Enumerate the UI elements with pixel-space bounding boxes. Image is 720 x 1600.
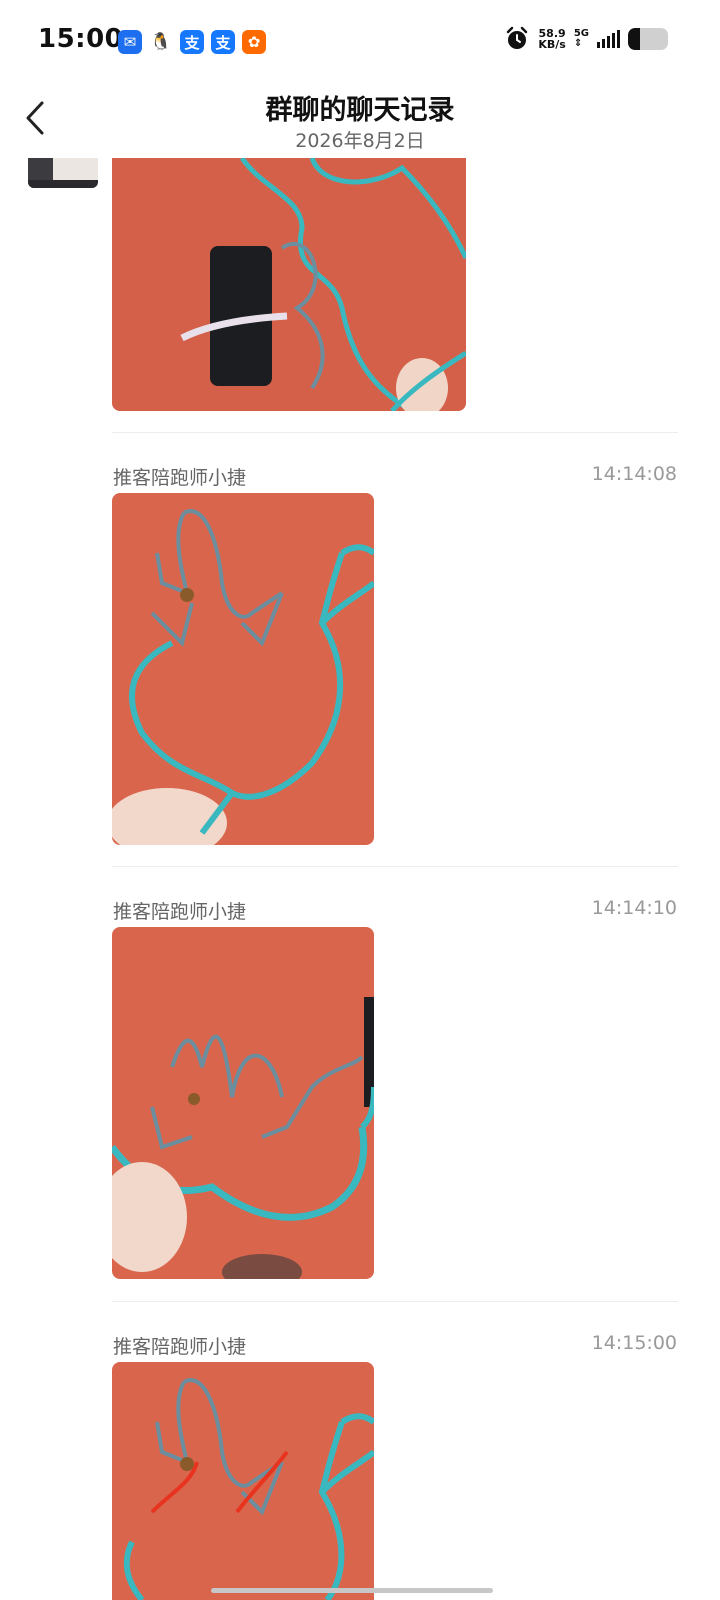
message-time: 14:14:08 xyxy=(591,463,677,485)
alipay-app-icon: 支 xyxy=(211,30,235,54)
message-divider xyxy=(112,432,678,433)
network-speed: 58.9 KB/s xyxy=(538,28,565,50)
alarm-icon xyxy=(507,26,528,49)
network-indicator: 5G ⇕ xyxy=(574,29,589,49)
home-indicator[interactable] xyxy=(211,1588,493,1593)
message-sender: 推客陪跑师小捷 xyxy=(113,467,247,489)
photo-message[interactable] xyxy=(112,1362,374,1600)
message-sender: 推客陪跑师小捷 xyxy=(113,901,247,923)
notification-icons: ✉ 🐧 支 支 ✿ xyxy=(118,30,266,54)
photo-message[interactable] xyxy=(112,158,466,411)
photo-message[interactable] xyxy=(112,927,374,1279)
signal-icon xyxy=(597,30,620,48)
alipay-app-icon: 支 xyxy=(180,30,204,54)
status-bar: 15:00 ✉ 🐧 支 支 ✿ 58.9 KB/s 5G ⇕ xyxy=(0,0,720,84)
message-divider xyxy=(112,866,678,867)
page-date: 2026年8月2日 xyxy=(295,130,425,152)
message-app-icon: ✉ xyxy=(118,30,142,54)
message-time: 14:14:10 xyxy=(591,897,677,919)
avatar[interactable] xyxy=(28,158,98,188)
battery-icon xyxy=(628,28,668,50)
photo-message[interactable] xyxy=(112,493,374,845)
taobao-app-icon: ✿ xyxy=(242,30,266,54)
speed-unit: KB/s xyxy=(538,38,566,51)
page-title: 群聊的聊天记录 xyxy=(265,95,455,126)
data-arrows-icon: ⇕ xyxy=(573,38,583,49)
status-time: 15:00 xyxy=(38,24,124,54)
message-time: 14:15:00 xyxy=(591,1332,677,1354)
message-divider xyxy=(112,1301,678,1302)
message-sender: 推客陪跑师小捷 xyxy=(113,1336,247,1358)
chat-history-header: 群聊的聊天记录 2026年8月2日 xyxy=(0,84,720,158)
qq-app-icon: 🐧 xyxy=(149,30,173,54)
